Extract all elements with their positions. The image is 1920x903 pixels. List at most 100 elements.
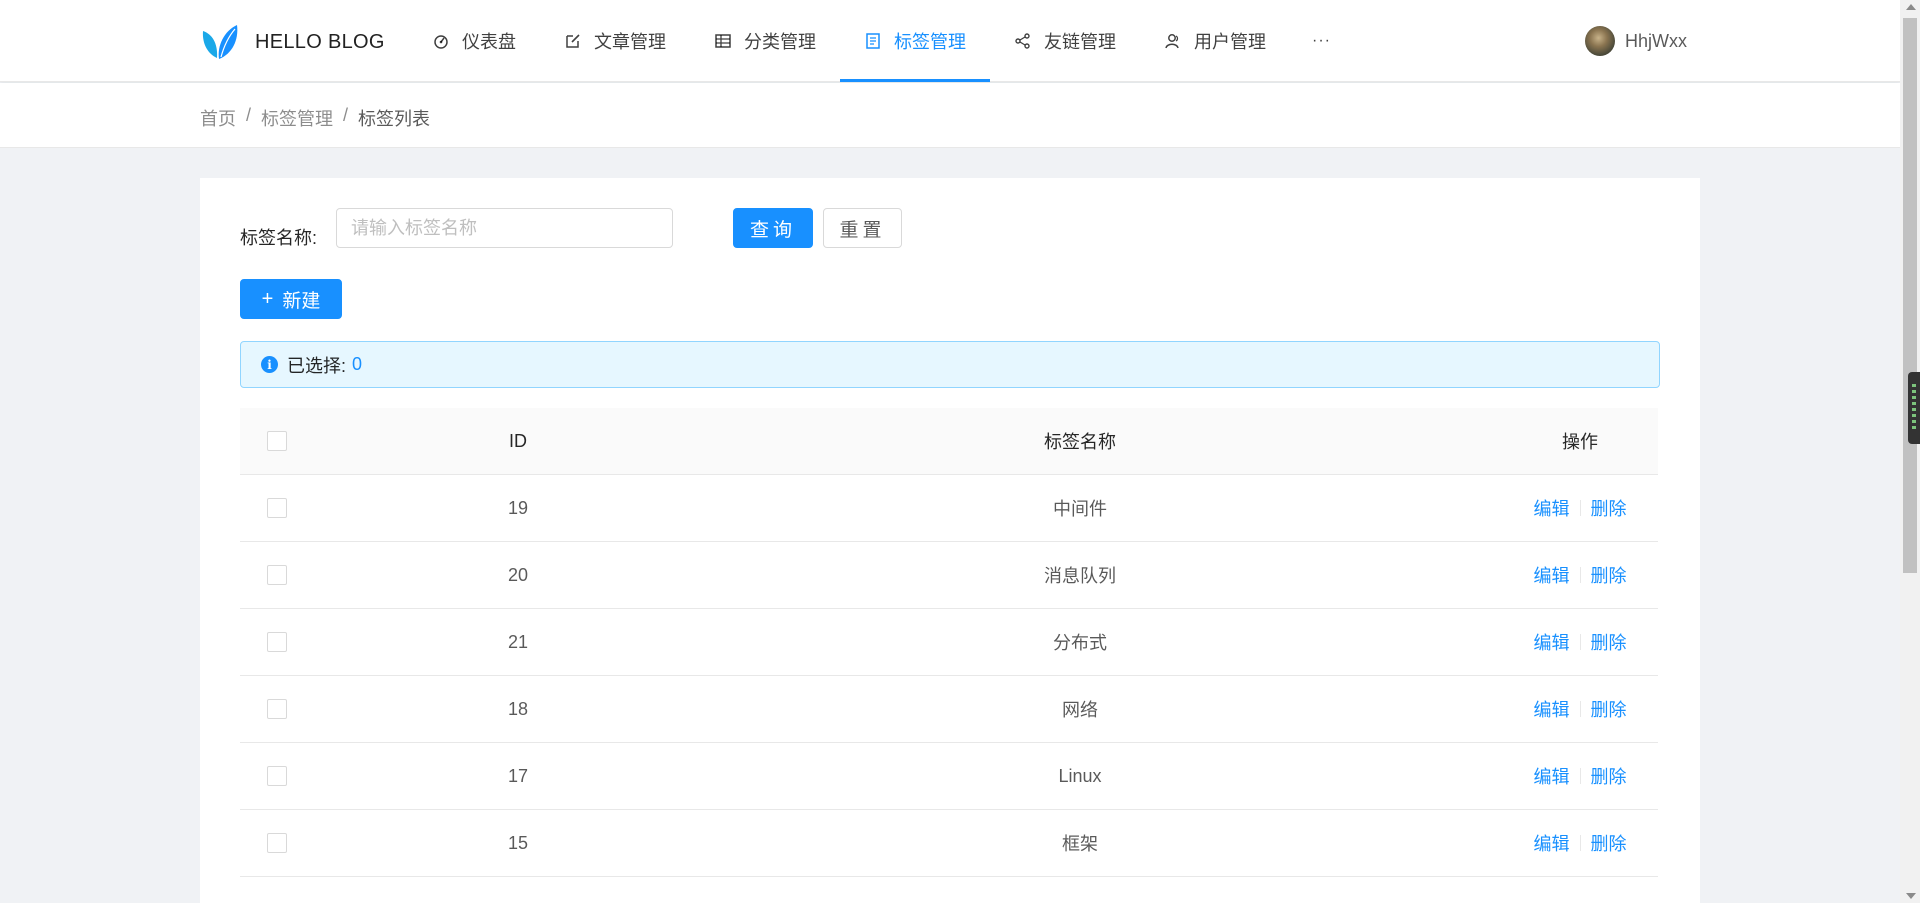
delete-link[interactable]: 删除 (1591, 562, 1627, 588)
select-all-checkbox[interactable] (267, 431, 287, 451)
table-row: 19 中间件 编辑 删除 (240, 475, 1658, 542)
main-nav: 仪表盘 文章管理 分类管理 标签管理 友链管理 用户管理 ··· (408, 0, 1353, 82)
edit-link[interactable]: 编辑 (1534, 763, 1570, 789)
user-menu[interactable]: HhjWxx (1585, 26, 1687, 56)
row-actions: 编辑 删除 (1480, 609, 1680, 675)
nav-label: 仪表盘 (462, 32, 516, 52)
nav-item-users[interactable]: 用户管理 (1140, 0, 1290, 82)
row-select-cell (267, 743, 287, 809)
avatar[interactable] (1585, 26, 1615, 56)
action-divider (1579, 768, 1581, 784)
table-row: 18 网络 编辑 删除 (240, 676, 1658, 743)
dashboard-icon (432, 32, 450, 50)
nav-item-links[interactable]: 友链管理 (990, 0, 1140, 82)
edit-link[interactable]: 编辑 (1534, 830, 1570, 856)
delete-link[interactable]: 删除 (1591, 763, 1627, 789)
row-tag-name: 消息队列 (1044, 566, 1116, 586)
row-tag-name: 框架 (1062, 834, 1098, 854)
nav-label: 友链管理 (1044, 32, 1116, 52)
delete-link[interactable]: 删除 (1591, 830, 1627, 856)
leaf-logo-icon (202, 25, 238, 59)
row-id: 20 (507, 564, 529, 585)
scroll-down-arrow-icon[interactable] (1906, 893, 1916, 899)
row-actions: 编辑 删除 (1480, 542, 1680, 608)
breadcrumb-tags[interactable]: 标签管理 (261, 105, 333, 131)
page-scrollbar[interactable] (1900, 0, 1920, 903)
column-header-id[interactable]: ID (488, 408, 548, 474)
table-row: 15 框架 编辑 删除 (240, 810, 1658, 877)
row-actions: 编辑 删除 (1480, 743, 1680, 809)
row-tag-name: 网络 (1062, 700, 1098, 720)
nav-more-button[interactable]: ··· (1290, 0, 1353, 82)
column-header-actions: 操作 (1562, 432, 1598, 452)
row-id: 15 (507, 832, 529, 853)
table-row: 20 消息队列 编辑 删除 (240, 542, 1658, 609)
nav-label: 用户管理 (1194, 32, 1266, 52)
breadcrumb-home[interactable]: 首页 (200, 105, 236, 131)
select-all-cell (267, 408, 287, 474)
table-header: ID 标签名称 操作 (240, 408, 1658, 475)
user-icon (1164, 32, 1182, 50)
action-divider (1579, 835, 1581, 851)
edit-link[interactable]: 编辑 (1534, 495, 1570, 521)
row-checkbox[interactable] (267, 766, 287, 786)
tag-name-input[interactable] (336, 208, 673, 248)
breadcrumb-bar: 首页 / 标签管理 / 标签列表 (0, 83, 1900, 148)
breadcrumb: 首页 / 标签管理 / 标签列表 (200, 105, 430, 131)
delete-link[interactable]: 删除 (1591, 696, 1627, 722)
row-select-cell (267, 475, 287, 541)
nav-label: 文章管理 (594, 32, 666, 52)
row-checkbox[interactable] (267, 699, 287, 719)
row-checkbox[interactable] (267, 498, 287, 518)
table-row: 21 分布式 编辑 删除 (240, 609, 1658, 676)
new-tag-button[interactable]: + 新建 (240, 279, 342, 319)
edit-icon (564, 32, 582, 50)
row-checkbox[interactable] (267, 833, 287, 853)
action-divider (1579, 500, 1581, 516)
row-select-cell (267, 609, 287, 675)
edit-link[interactable]: 编辑 (1534, 629, 1570, 655)
delete-link[interactable]: 删除 (1591, 495, 1627, 521)
table-row: 17 Linux 编辑 删除 (240, 743, 1658, 810)
scrollbar-thumb[interactable] (1903, 18, 1917, 573)
scroll-up-arrow-icon[interactable] (1906, 4, 1916, 10)
signal-icon (1912, 384, 1916, 432)
side-widget[interactable] (1908, 372, 1920, 444)
logo[interactable]: HELLO BLOG (200, 22, 385, 62)
row-id: 17 (507, 765, 529, 786)
delete-link[interactable]: 删除 (1591, 629, 1627, 655)
info-icon: i (261, 356, 278, 373)
nav-label: 分类管理 (744, 32, 816, 52)
table-icon (714, 32, 732, 50)
nav-item-categories[interactable]: 分类管理 (690, 0, 840, 82)
column-header-name[interactable]: 标签名称 (980, 408, 1180, 474)
query-button[interactable]: 查询 (733, 208, 813, 248)
row-select-cell (267, 542, 287, 608)
new-tag-label: 新建 (282, 290, 321, 312)
action-divider (1579, 701, 1581, 717)
selection-count: 0 (352, 354, 363, 374)
row-actions: 编辑 删除 (1480, 676, 1680, 742)
breadcrumb-current: 标签列表 (358, 109, 431, 129)
row-actions: 编辑 删除 (1480, 475, 1680, 541)
tag-list-icon (864, 32, 882, 50)
table-body: 19 中间件 编辑 删除 20 消息队列 编辑 删除 21 分布式 编辑 删除 18 网络 编辑 删除 17 Li… (240, 475, 1658, 877)
row-checkbox[interactable] (267, 565, 287, 585)
row-id: 18 (507, 698, 529, 719)
reset-button[interactable]: 重置 (823, 208, 902, 248)
row-checkbox[interactable] (267, 632, 287, 652)
nav-item-tags[interactable]: 标签管理 (840, 0, 990, 82)
action-divider (1579, 634, 1581, 650)
row-select-cell (267, 676, 287, 742)
nav-item-articles[interactable]: 文章管理 (540, 0, 690, 82)
tag-table: ID 标签名称 操作 19 中间件 编辑 删除 20 消息队列 编辑 删除 21 分布式 编辑 删除 1… (240, 408, 1658, 877)
row-actions: 编辑 删除 (1480, 810, 1680, 876)
edit-link[interactable]: 编辑 (1534, 562, 1570, 588)
edit-link[interactable]: 编辑 (1534, 696, 1570, 722)
row-select-cell (267, 810, 287, 876)
logo-text: HELLO BLOG (255, 30, 385, 53)
row-id: 21 (507, 631, 529, 652)
user-name: HhjWxx (1625, 30, 1687, 51)
nav-item-dashboard[interactable]: 仪表盘 (408, 0, 540, 82)
plus-icon: + (261, 288, 274, 310)
